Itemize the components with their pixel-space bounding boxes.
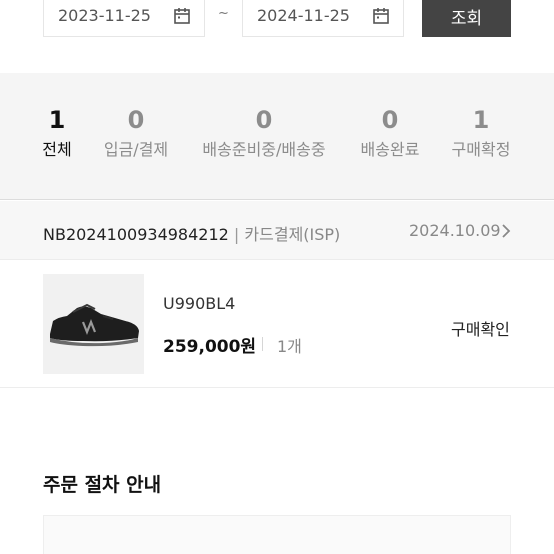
order-guide-box — [43, 515, 511, 554]
sneaker-icon — [50, 303, 139, 347]
order-guide-title: 주문 절차 안내 — [43, 474, 162, 496]
calendar-icon[interactable] — [172, 6, 192, 26]
status-tab-delivered[interactable]: 0 배송완료 — [361, 105, 420, 161]
order-item-status: 구매확인 — [451, 320, 510, 339]
payment-method: 카드결제(ISP) — [244, 225, 341, 244]
price-quantity-divider — [262, 337, 263, 351]
status-label: 입금/결제 — [103, 140, 169, 159]
chevron-right-icon[interactable] — [499, 223, 513, 239]
status-tab-confirmed[interactable]: 1 구매확정 — [452, 105, 511, 161]
order-header[interactable]: NB2024100934984212 | 카드결제(ISP) 2024.10.0… — [0, 201, 554, 260]
end-date-value: 2024-11-25 — [257, 6, 350, 25]
product-image[interactable] — [43, 274, 144, 374]
order-item[interactable]: U990BL4 259,000원 1개 구매확인 — [0, 260, 554, 388]
search-button[interactable]: 조회 — [422, 0, 511, 37]
status-count: 0 — [255, 106, 273, 134]
order-number: NB2024100934984212 — [43, 225, 229, 244]
order-info: NB2024100934984212 | 카드결제(ISP) — [43, 221, 340, 245]
product-name[interactable]: U990BL4 — [163, 294, 235, 313]
status-label: 배송완료 — [360, 140, 420, 159]
status-count: 1 — [48, 106, 66, 134]
status-label: 배송준비중/배송중 — [202, 140, 326, 159]
status-label: 전체 — [42, 140, 72, 159]
date-range-separator: ~ — [218, 6, 229, 21]
order-info-separator: | — [233, 225, 240, 244]
order-status-summary: 1 전체 0 입금/결제 0 배송준비중/배송중 0 배송완료 1 구매확정 — [0, 73, 554, 200]
start-date-input[interactable]: 2023-11-25 — [43, 0, 205, 37]
order-date: 2024.10.09 — [409, 221, 501, 240]
calendar-icon[interactable] — [371, 6, 391, 26]
status-tab-payment[interactable]: 0 입금/결제 — [104, 105, 168, 161]
end-date-input[interactable]: 2024-11-25 — [242, 0, 404, 37]
product-price: 259,000원 — [163, 337, 257, 357]
status-count: 1 — [472, 106, 490, 134]
status-tab-all[interactable]: 1 전체 — [42, 105, 71, 161]
status-label: 구매확정 — [451, 140, 511, 159]
product-quantity: 1개 — [277, 337, 302, 356]
status-tab-shipping[interactable]: 0 배송준비중/배송중 — [202, 105, 325, 161]
status-count: 0 — [127, 106, 145, 134]
status-count: 0 — [381, 106, 399, 134]
start-date-value: 2023-11-25 — [58, 6, 151, 25]
